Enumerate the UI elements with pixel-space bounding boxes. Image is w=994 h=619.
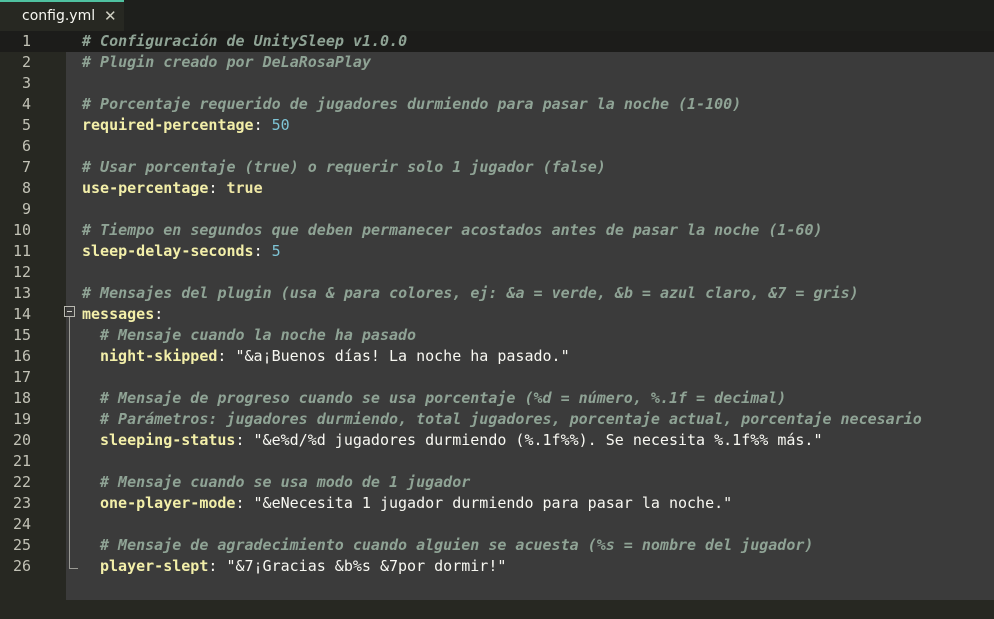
comment: # Tiempo en segundos que deben permanece… <box>82 221 823 239</box>
code-line[interactable]: 21 <box>0 451 994 472</box>
code-line[interactable]: 14 messages: <box>0 304 994 325</box>
line-number: 2 <box>21 53 31 71</box>
line-number: 15 <box>12 326 31 344</box>
code-line[interactable]: 25 # Mensaje de agradecimiento cuando al… <box>0 535 994 556</box>
line-number: 14 <box>12 305 31 323</box>
line-number: 1 <box>21 32 31 50</box>
comment: # Configuración de UnitySleep v1.0.0 <box>82 32 408 50</box>
code-line[interactable]: 6 <box>0 136 994 157</box>
code-line[interactable]: 2 # Plugin creado por DeLaRosaPlay <box>0 52 994 73</box>
tab-label: config.yml <box>22 8 96 24</box>
code-line[interactable]: 12 <box>0 262 994 283</box>
line-number: 10 <box>12 221 31 239</box>
yaml-key: player-slept <box>100 557 209 575</box>
line-number: 13 <box>12 284 31 302</box>
yaml-value: "&eNecesita 1 jugador durmiendo para pas… <box>253 494 733 512</box>
line-number: 23 <box>12 494 31 512</box>
close-icon[interactable]: ✕ <box>104 7 117 25</box>
comment: # Mensaje cuando se usa modo de 1 jugado… <box>100 473 471 491</box>
yaml-key: one-player-mode <box>100 494 236 512</box>
code-line[interactable]: 22 # Mensaje cuando se usa modo de 1 jug… <box>0 472 994 493</box>
fold-guide-line <box>69 317 70 569</box>
fold-end-marker <box>69 568 78 569</box>
yaml-key: sleeping-status <box>100 431 236 449</box>
comment: # Mensajes del plugin (usa & para colore… <box>82 284 859 302</box>
line-number: 12 <box>12 263 31 281</box>
code-line[interactable]: 15 # Mensaje cuando la noche ha pasado <box>0 325 994 346</box>
yaml-value: "&a¡Buenos días! La noche ha pasado." <box>235 347 570 365</box>
yaml-key: sleep-delay-seconds <box>82 242 254 260</box>
yaml-value: 50 <box>271 116 290 134</box>
yaml-value: "&7¡Gracias &b%s &7por dormir!" <box>226 557 507 575</box>
code-line[interactable]: 10 # Tiempo en segundos que deben perman… <box>0 220 994 241</box>
yaml-value: "&e%d/%d jugadores durmiendo (%.1f%%). S… <box>253 431 823 449</box>
code-line[interactable]: 9 <box>0 199 994 220</box>
code-line[interactable]: 13 # Mensajes del plugin (usa & para col… <box>0 283 994 304</box>
yaml-value: 5 <box>271 242 281 260</box>
code-line[interactable]: 18 # Mensaje de progreso cuando se usa p… <box>0 388 994 409</box>
code-line[interactable]: 26 player-slept: "&7¡Gracias &b%s &7por … <box>0 556 994 577</box>
comment: # Mensaje cuando la noche ha pasado <box>100 326 417 344</box>
line-number: 24 <box>12 515 31 533</box>
yaml-key: messages <box>82 305 155 323</box>
line-number: 19 <box>12 410 31 428</box>
yaml-key: use-percentage <box>82 179 209 197</box>
line-number: 25 <box>12 536 31 554</box>
code-line[interactable]: 1 # Configuración de UnitySleep v1.0.0 <box>0 31 994 52</box>
comment: # Porcentaje requerido de jugadores durm… <box>82 95 742 113</box>
line-number: 3 <box>21 74 31 92</box>
yaml-key: night-skipped <box>100 347 218 365</box>
line-number: 17 <box>12 368 31 386</box>
code-line[interactable]: 4 # Porcentaje requerido de jugadores du… <box>0 94 994 115</box>
comment: # Usar porcentaje (true) o requerir solo… <box>82 158 606 176</box>
fold-toggle-icon[interactable] <box>64 306 75 317</box>
yaml-key: required-percentage <box>82 116 254 134</box>
line-number: 4 <box>21 95 31 113</box>
comment: # Plugin creado por DeLaRosaPlay <box>82 53 371 71</box>
code-line[interactable]: 8 use-percentage: true <box>0 178 994 199</box>
code-line[interactable]: 24 <box>0 514 994 535</box>
line-number: 6 <box>21 137 31 155</box>
code-line[interactable]: 7 # Usar porcentaje (true) o requerir so… <box>0 157 994 178</box>
line-number: 7 <box>21 158 31 176</box>
comment: # Parámetros: jugadores durmiendo, total… <box>100 410 922 428</box>
tab-bar: config.yml ✕ <box>0 0 994 31</box>
line-number: 8 <box>21 179 31 197</box>
code-line[interactable]: 19 # Parámetros: jugadores durmiendo, to… <box>0 409 994 430</box>
code-line[interactable]: 23 one-player-mode: "&eNecesita 1 jugado… <box>0 493 994 514</box>
code-line[interactable]: 17 <box>0 367 994 388</box>
line-number: 5 <box>21 116 31 134</box>
line-number: 21 <box>12 452 31 470</box>
code-line[interactable]: 3 <box>0 73 994 94</box>
comment: # Mensaje de agradecimiento cuando algui… <box>100 536 814 554</box>
line-number: 11 <box>12 242 31 260</box>
line-number: 20 <box>12 431 31 449</box>
code-line[interactable]: 20 sleeping-status: "&e%d/%d jugadores d… <box>0 430 994 451</box>
yaml-value: true <box>226 179 263 197</box>
comment: # Mensaje de progreso cuando se usa porc… <box>100 389 787 407</box>
line-number: 9 <box>21 200 31 218</box>
tab-config-yml[interactable]: config.yml ✕ <box>0 0 124 31</box>
code-line[interactable]: 11 sleep-delay-seconds: 5 <box>0 241 994 262</box>
code-line[interactable]: 5 required-percentage: 50 <box>0 115 994 136</box>
code-line[interactable]: 16 night-skipped: "&a¡Buenos días! La no… <box>0 346 994 367</box>
line-number: 22 <box>12 473 31 491</box>
line-number: 26 <box>12 557 31 575</box>
line-number: 18 <box>12 389 31 407</box>
line-number: 16 <box>12 347 31 365</box>
